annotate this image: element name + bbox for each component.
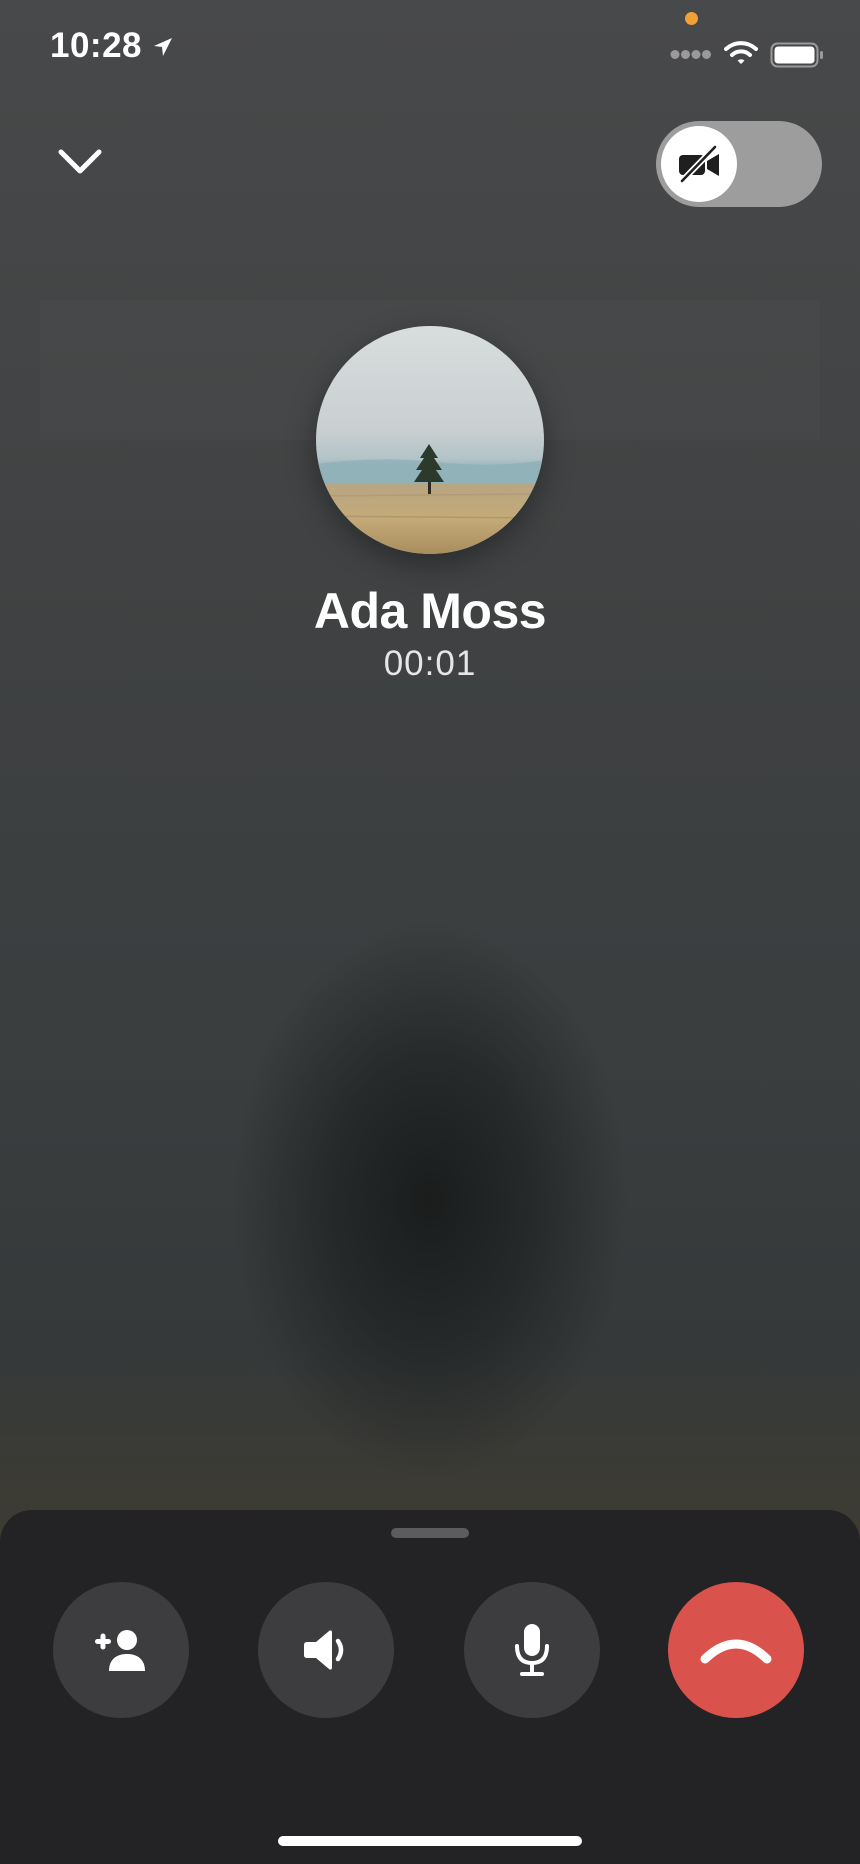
add-person-icon: [95, 1630, 145, 1671]
microphone-button[interactable]: [464, 1582, 600, 1718]
caller-avatar: [316, 326, 544, 554]
speaker-icon: [304, 1630, 344, 1670]
video-toggle-knob: [661, 126, 737, 202]
landscape-tree-photo: [316, 326, 544, 554]
video-toggle[interactable]: [656, 121, 822, 207]
end-call-button[interactable]: [668, 1582, 804, 1718]
background-video-blur: [230, 920, 630, 1480]
chevron-down-icon: [58, 149, 102, 174]
panel-grabber[interactable]: [391, 1528, 469, 1538]
location-arrow-icon: [154, 38, 172, 56]
home-indicator[interactable]: [278, 1836, 582, 1846]
call-duration: 00:01: [383, 644, 477, 683]
microphone-icon: [515, 1624, 549, 1676]
status-bar: 10:28: [0, 0, 860, 100]
call-controls-panel: [0, 1510, 860, 1864]
call-screen: 10:28 Ada Moss 00:01: [0, 0, 860, 1864]
status-time: 10:28: [50, 26, 143, 65]
camera-in-use-indicator: [685, 12, 698, 25]
caller-name: Ada Moss: [313, 583, 547, 639]
wifi-icon: [724, 41, 758, 64]
minimize-call-button[interactable]: [52, 140, 108, 184]
speaker-button[interactable]: [258, 1582, 394, 1718]
battery-icon: [770, 42, 823, 68]
signal-icon: [670, 50, 711, 59]
add-participant-button[interactable]: [53, 1582, 189, 1718]
video-off-icon: [679, 144, 719, 184]
hang-up-icon: [700, 1639, 772, 1664]
